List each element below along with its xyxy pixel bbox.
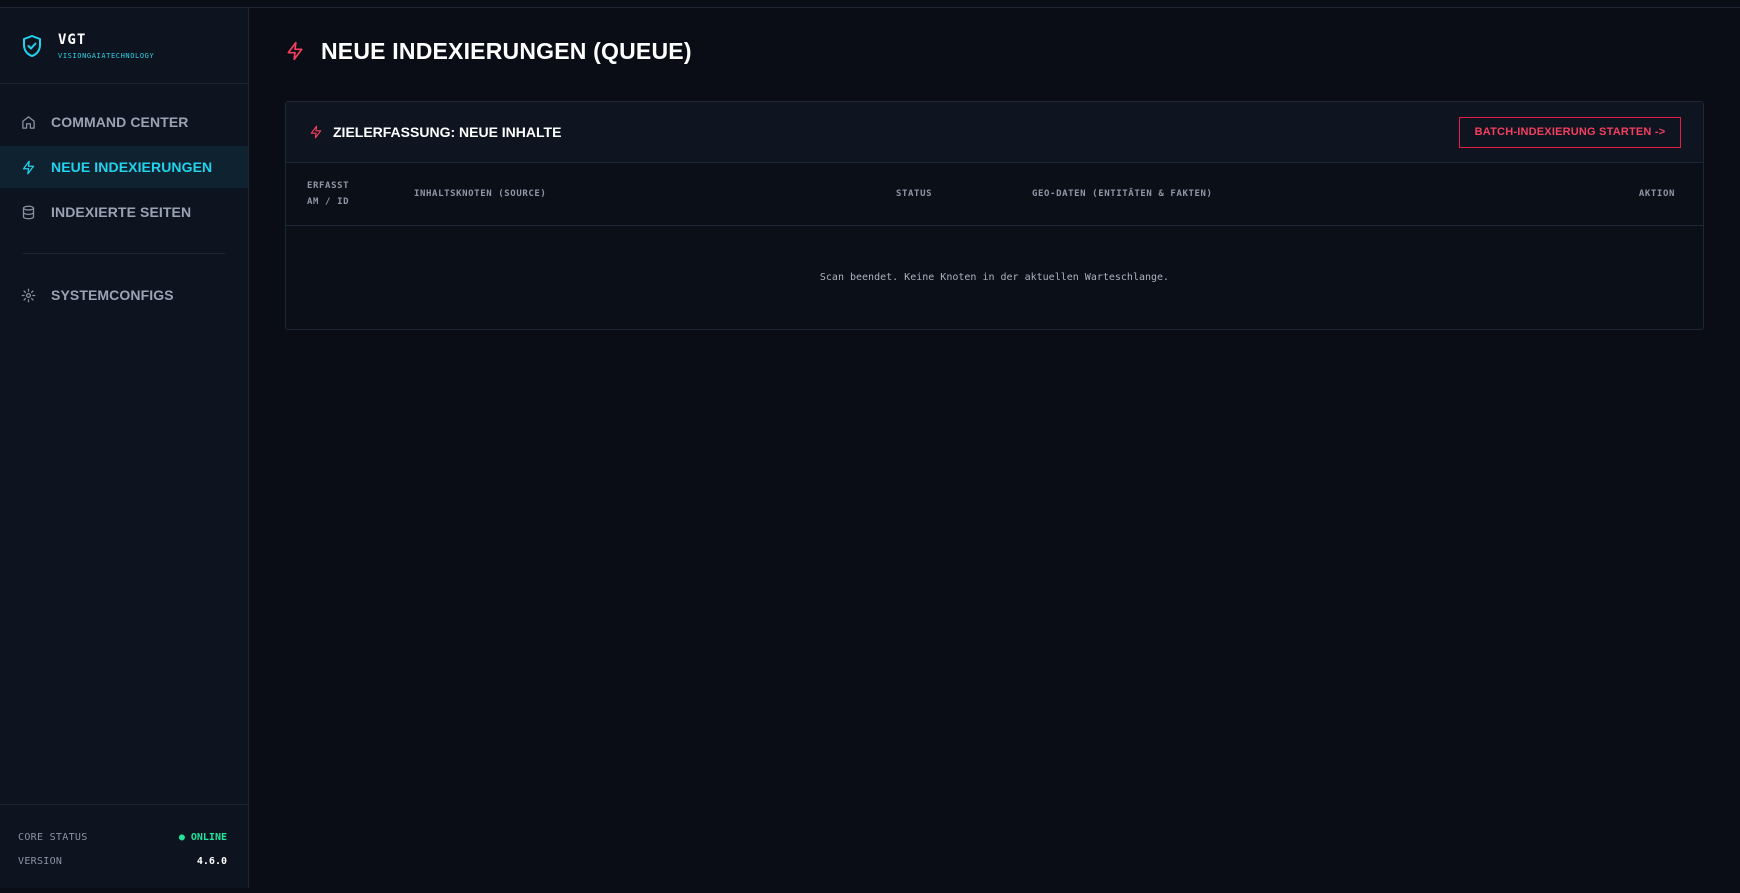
- empty-state-message: Scan beendet. Keine Knoten in der aktuel…: [819, 272, 1170, 283]
- lightning-icon: [22, 160, 35, 174]
- brand-text: VGT VISIONGAIATECHNOLOGY: [58, 32, 154, 60]
- database-icon: [22, 205, 35, 219]
- sidebar-item-indexierte-seiten[interactable]: INDEXIERTE SEITEN: [0, 191, 248, 233]
- column-header-geo[interactable]: GEO-DATEN (ENTITÄTEN & FAKTEN): [1032, 163, 1213, 225]
- column-header-date-line1: ERFASST: [307, 181, 350, 191]
- sidebar-item-systemconfigs[interactable]: SYSTEMCONFIGS: [0, 274, 248, 316]
- app-window: VGT VISIONGAIATECHNOLOGY COMMAND CENTER …: [0, 7, 1740, 888]
- core-status-label: CORE STATUS: [18, 831, 88, 843]
- column-header-date-line2: AM / ID: [307, 197, 350, 207]
- sidebar-item-label: NEUE INDEXIERUNGEN: [51, 159, 213, 175]
- sidebar-item-neue-indexierungen[interactable]: NEUE INDEXIERUNGEN: [0, 146, 248, 188]
- page-header: NEUE INDEXIERUNGEN (QUEUE): [285, 8, 1704, 92]
- shield-check-icon: [23, 34, 41, 57]
- core-status-value: ● ONLINE: [178, 831, 227, 843]
- lightning-icon: [310, 125, 322, 139]
- brand-title: VGT: [58, 31, 87, 48]
- sidebar: VGT VISIONGAIATECHNOLOGY COMMAND CENTER …: [0, 8, 249, 888]
- lightning-icon: [287, 41, 303, 61]
- system-status-panel: CORE STATUS ● ONLINE VERSION 4.6.0: [0, 804, 248, 888]
- main-content: NEUE INDEXIERUNGEN (QUEUE) ZIELERFASSUNG…: [249, 8, 1740, 888]
- version-label: VERSION: [18, 855, 63, 867]
- card-title-group: ZIELERFASSUNG: NEUE INHALTE: [309, 124, 561, 140]
- queue-card: ZIELERFASSUNG: NEUE INHALTE BATCH-INDEXI…: [285, 101, 1704, 330]
- sidebar-item-label: COMMAND CENTER: [51, 114, 189, 130]
- sidebar-item-label: SYSTEMCONFIGS: [51, 287, 174, 303]
- sidebar-item-command-center[interactable]: COMMAND CENTER: [0, 101, 248, 143]
- brand[interactable]: VGT VISIONGAIATECHNOLOGY: [0, 8, 248, 84]
- column-header-source[interactable]: INHALTSKNOTEN (SOURCE): [414, 163, 546, 225]
- gear-icon: [21, 288, 36, 302]
- sidebar-nav: COMMAND CENTER NEUE INDEXIERUNGEN INDEXI…: [0, 84, 248, 316]
- column-header-date[interactable]: ERFASST AM / ID: [307, 163, 377, 225]
- card-title: ZIELERFASSUNG: NEUE INHALTE: [333, 124, 562, 140]
- core-status-row: CORE STATUS ● ONLINE: [18, 825, 227, 849]
- brand-subtitle: VISIONGAIATECHNOLOGY: [58, 51, 155, 60]
- column-header-status[interactable]: STATUS: [896, 163, 932, 225]
- table-header: ERFASST AM / ID INHALTSKNOTEN (SOURCE) S…: [286, 163, 1703, 226]
- batch-indexing-button[interactable]: BATCH-INDEXIERUNG STARTEN ->: [1459, 116, 1681, 148]
- sidebar-item-label: INDEXIERTE SEITEN: [51, 204, 192, 220]
- column-header-action[interactable]: AKTION: [1639, 163, 1675, 225]
- version-row: VERSION 4.6.0: [18, 849, 227, 873]
- home-icon: [22, 115, 35, 129]
- page-title: NEUE INDEXIERUNGEN (QUEUE): [321, 37, 692, 64]
- nav-divider: [23, 253, 225, 254]
- version-value: 4.6.0: [196, 855, 227, 867]
- card-header: ZIELERFASSUNG: NEUE INHALTE BATCH-INDEXI…: [286, 102, 1703, 163]
